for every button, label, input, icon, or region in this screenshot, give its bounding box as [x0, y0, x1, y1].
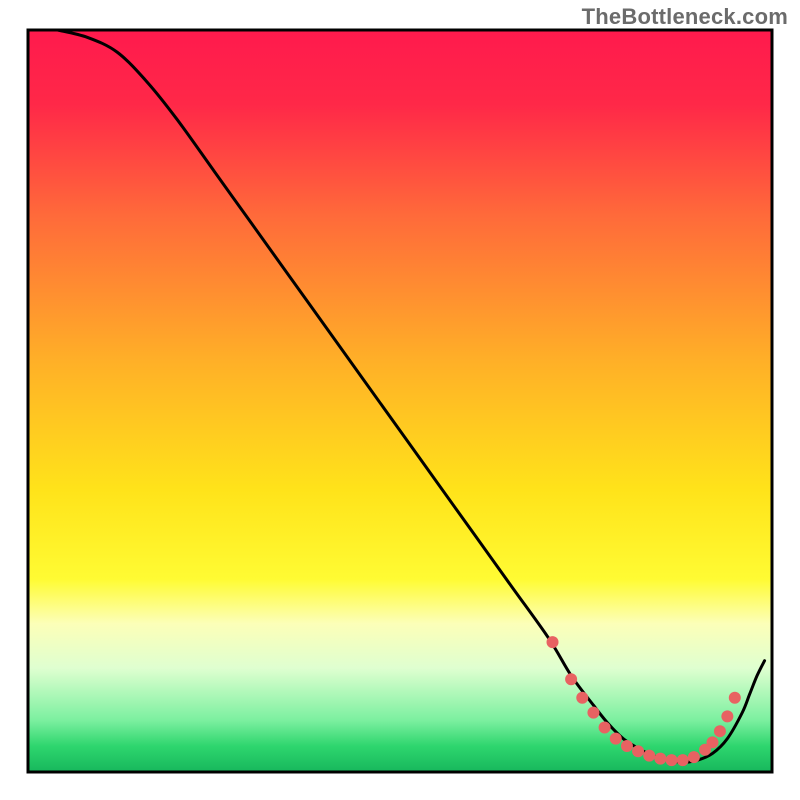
marker-dot [599, 721, 611, 733]
marker-dot [729, 692, 741, 704]
marker-dot [643, 750, 655, 762]
marker-dot [621, 740, 633, 752]
watermark-text: TheBottleneck.com [582, 4, 788, 30]
marker-dot [565, 673, 577, 685]
marker-dot [688, 751, 700, 763]
plot-area [28, 30, 772, 772]
marker-dot [706, 736, 718, 748]
marker-dot [721, 710, 733, 722]
marker-dot [666, 754, 678, 766]
plot-background [28, 30, 772, 772]
marker-dot [677, 754, 689, 766]
marker-dot [587, 707, 599, 719]
bottleneck-chart [0, 0, 800, 800]
chart-container: TheBottleneck.com [0, 0, 800, 800]
marker-dot [547, 636, 559, 648]
marker-dot [714, 725, 726, 737]
marker-dot [654, 753, 666, 765]
marker-dot [576, 692, 588, 704]
marker-dot [632, 745, 644, 757]
marker-dot [610, 733, 622, 745]
